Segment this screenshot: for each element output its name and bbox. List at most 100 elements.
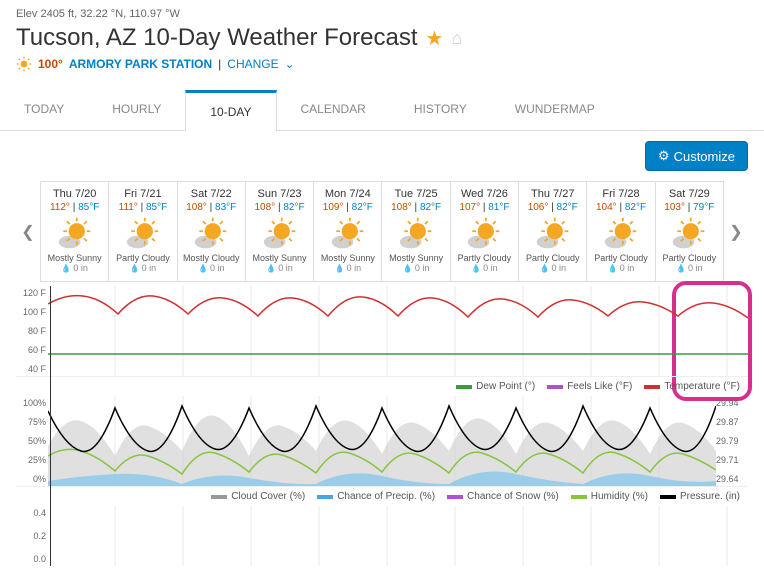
condition-text: Mostly Sunny bbox=[246, 253, 313, 263]
weather-icon bbox=[193, 215, 229, 251]
drop-icon: 💧 bbox=[608, 264, 618, 273]
precip-text: 💧0 in bbox=[519, 263, 586, 273]
pressure-yaxis: 29.9429.8729.7929.7129.64 bbox=[716, 396, 748, 486]
precip-yaxis: 0.40.20.0 bbox=[16, 506, 46, 566]
legend-item: Chance of Snow (%) bbox=[447, 491, 559, 502]
day-date: Sat 7/22 bbox=[178, 188, 245, 200]
weather-icon bbox=[57, 215, 93, 251]
drop-icon: 💧 bbox=[676, 264, 686, 273]
day-card[interactable]: Sat 7/22 108° | 83°F Mostly Cloudy💧0 in bbox=[178, 182, 246, 281]
drop-icon: 💧 bbox=[403, 264, 413, 273]
legend-item: Pressure. (in) bbox=[660, 491, 740, 502]
precip-text: 💧0 in bbox=[656, 263, 723, 273]
sun-icon bbox=[16, 56, 32, 72]
precip-text: 💧0 in bbox=[246, 263, 313, 273]
tab-wundermap[interactable]: WUNDERMAP bbox=[491, 90, 619, 130]
tabs: TODAY HOURLY 10-DAY CALENDAR HISTORY WUN… bbox=[0, 90, 764, 131]
legend-item: Humidity (%) bbox=[571, 491, 648, 502]
tab-hourly[interactable]: HOURLY bbox=[88, 90, 185, 130]
gear-icon: ⚙ bbox=[658, 148, 670, 164]
precip-text: 💧0 in bbox=[587, 263, 654, 273]
day-card[interactable]: Thu 7/20112° | 85°FMostly Sunny💧0 in bbox=[41, 182, 109, 281]
temp-chart: 120 F100 F80 F60 F40 F bbox=[16, 286, 748, 377]
precip-text: 💧0 in bbox=[314, 263, 381, 273]
elevation-text: Elev 2405 ft, 32.22 °N, 110.97 °W bbox=[16, 8, 748, 20]
favorite-star-icon[interactable]: ★ bbox=[426, 26, 444, 51]
page-title: Tucson, AZ 10-Day Weather Forecast bbox=[16, 24, 418, 52]
condition-text: Mostly Sunny bbox=[41, 253, 108, 263]
legend-item: Cloud Cover (%) bbox=[211, 491, 305, 502]
legend-item: Feels Like (°F) bbox=[547, 381, 632, 392]
day-date: Fri 7/28 bbox=[587, 188, 654, 200]
day-card[interactable]: Sun 7/23108° | 82°FMostly Sunny💧0 in bbox=[246, 182, 314, 281]
drop-icon: 💧 bbox=[471, 264, 481, 273]
legend-item: Dew Point (°) bbox=[456, 381, 535, 392]
weather-icon bbox=[535, 215, 571, 251]
precip-text: 💧0 in bbox=[382, 263, 449, 273]
weather-icon bbox=[466, 215, 502, 251]
hi-lo: 112° | 85°F bbox=[41, 202, 108, 213]
condition-text: Mostly Sunny bbox=[382, 253, 449, 263]
condition-text: Partly Cloudy bbox=[451, 253, 518, 263]
day-card[interactable]: Mon 7/24 109° | 82°F Mostly Sunny💧0 in bbox=[314, 182, 382, 281]
day-card[interactable]: Wed 7/26107° | 81°FPartly Cloudy💧0 in bbox=[451, 182, 519, 281]
drop-icon: 💧 bbox=[198, 264, 208, 273]
drop-icon: 💧 bbox=[539, 264, 549, 273]
hi-lo: 111° | 85°F bbox=[109, 202, 176, 213]
weather-icon bbox=[671, 215, 707, 251]
precip-text: 💧0 in bbox=[178, 263, 245, 273]
hi-lo: 108° | 83°F bbox=[178, 202, 245, 213]
day-card[interactable]: Sat 7/29103° | 79°FPartly Cloudy💧0 in bbox=[656, 182, 723, 281]
day-card[interactable]: Fri 7/21 111° | 85°F Partly Cloudy💧0 in bbox=[109, 182, 177, 281]
customize-label: Customize bbox=[674, 149, 735, 164]
weather-icon bbox=[262, 215, 298, 251]
condition-text: Partly Cloudy bbox=[109, 253, 176, 263]
precip-chart: 0.40.20.0 bbox=[16, 506, 748, 566]
day-date: Thu 7/27 bbox=[519, 188, 586, 200]
weather-icon bbox=[603, 215, 639, 251]
weather-icon bbox=[125, 215, 161, 251]
next-arrow[interactable]: ❯ bbox=[724, 212, 748, 252]
days-strip: Thu 7/20112° | 85°FMostly Sunny💧0 inFri … bbox=[40, 181, 724, 282]
humidity-chart: 100%75%50%25%0% 29.9429.8729.7929.7129.6… bbox=[16, 396, 748, 487]
day-date: Fri 7/21 bbox=[109, 188, 176, 200]
chevron-down-icon[interactable]: ⌄ bbox=[285, 57, 295, 71]
day-date: Mon 7/24 bbox=[314, 188, 381, 200]
legend-item: Temperature (°F) bbox=[644, 381, 740, 392]
customize-button[interactable]: ⚙ Customize bbox=[645, 141, 748, 171]
hi-lo: 108° | 82°F bbox=[382, 202, 449, 213]
divider: | bbox=[218, 57, 221, 71]
weather-icon bbox=[330, 215, 366, 251]
now-line bbox=[50, 286, 51, 566]
prev-arrow[interactable]: ❮ bbox=[16, 212, 40, 252]
drop-icon: 💧 bbox=[61, 264, 71, 273]
tab-calendar[interactable]: CALENDAR bbox=[277, 90, 390, 130]
day-card[interactable]: Tue 7/25108° | 82°FMostly Sunny💧0 in bbox=[382, 182, 450, 281]
hi-lo: 107° | 81°F bbox=[451, 202, 518, 213]
weather-icon bbox=[398, 215, 434, 251]
drop-icon: 💧 bbox=[266, 264, 276, 273]
change-station-link[interactable]: CHANGE bbox=[227, 57, 278, 71]
condition-text: Mostly Sunny bbox=[314, 253, 381, 263]
station-link[interactable]: ARMORY PARK STATION bbox=[69, 57, 212, 71]
day-date: Sat 7/29 bbox=[656, 188, 723, 200]
tab-history[interactable]: HISTORY bbox=[390, 90, 491, 130]
humidity-yaxis: 100%75%50%25%0% bbox=[16, 396, 46, 486]
hi-lo: 104° | 82°F bbox=[587, 202, 654, 213]
day-card[interactable]: Thu 7/27106° | 82°FPartly Cloudy💧0 in bbox=[519, 182, 587, 281]
drop-icon: 💧 bbox=[335, 264, 345, 273]
day-card[interactable]: Fri 7/28104° | 82°FPartly Cloudy💧0 in bbox=[587, 182, 655, 281]
temp-legend: Dew Point (°) Feels Like (°F) Temperature … bbox=[16, 377, 748, 396]
hi-lo: 108° | 82°F bbox=[246, 202, 313, 213]
legend-item: Chance of Precip. (%) bbox=[317, 491, 435, 502]
tab-today[interactable]: TODAY bbox=[0, 90, 88, 130]
tab-10-day[interactable]: 10-DAY bbox=[185, 90, 276, 131]
current-temp: 100° bbox=[38, 57, 63, 71]
hi-lo: 109° | 82°F bbox=[314, 202, 381, 213]
precip-text: 💧0 in bbox=[109, 263, 176, 273]
condition-text: Mostly Cloudy bbox=[178, 253, 245, 263]
temp-yaxis: 120 F100 F80 F60 F40 F bbox=[16, 286, 46, 376]
hi-lo: 106° | 82°F bbox=[519, 202, 586, 213]
humidity-legend: Cloud Cover (%) Chance of Precip. (%) Chan… bbox=[16, 487, 748, 506]
home-icon[interactable]: ⌂ bbox=[451, 28, 462, 49]
